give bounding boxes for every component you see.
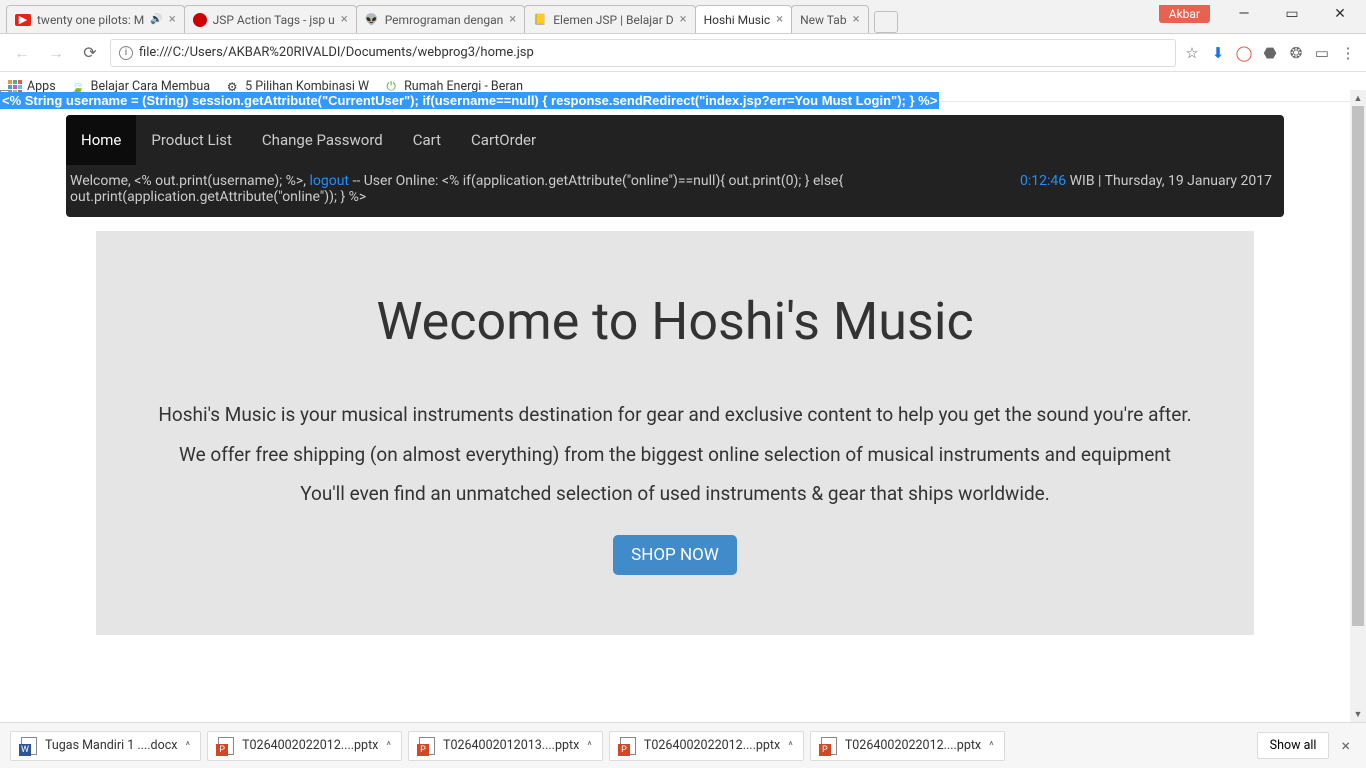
hero-p2: We offer free shipping (on almost everyt… — [126, 442, 1224, 468]
logout-link[interactable]: logout — [309, 173, 349, 189]
url-text: file:///C:/Users/AKBAR%20RIVALDI/Documen… — [139, 45, 534, 60]
tab-label: New Tab — [800, 13, 846, 27]
reload-button[interactable]: ⟳ — [76, 39, 104, 67]
site-icon: 📒 — [533, 13, 547, 27]
tab-label: twenty one pilots: M — [37, 13, 144, 27]
site-container: Home Product List Change Password Cart C… — [66, 115, 1284, 635]
hero-p3: You'll even find an unmatched selection … — [126, 481, 1224, 507]
download-item[interactable]: T0264002022012....pptx ^ — [207, 731, 402, 761]
address-bar: ← → ⟳ i file:///C:/Users/AKBAR%20RIVALDI… — [0, 34, 1366, 72]
hero-section: Wecome to Hoshi's Music Hoshi's Music is… — [96, 231, 1254, 635]
tab-jsp-action[interactable]: JSP Action Tags - jsp u × — [184, 5, 357, 33]
nav-product-list[interactable]: Product List — [136, 115, 247, 165]
scroll-up-arrow[interactable]: ▲ — [1350, 90, 1366, 106]
chevron-up-icon[interactable]: ^ — [989, 739, 994, 752]
nav-cart-order[interactable]: CartOrder — [456, 115, 551, 165]
close-downloads-button[interactable]: × — [1335, 736, 1356, 755]
window-controls: Akbar — ▭ ✕ — [1159, 0, 1366, 28]
opera-icon[interactable]: ◯ — [1234, 44, 1254, 62]
site-icon: 👽 — [365, 13, 379, 27]
ppt-file-icon — [218, 737, 234, 755]
tab-label: Hoshi Music — [704, 13, 771, 27]
nav-change-password[interactable]: Change Password — [247, 115, 398, 165]
maximize-button[interactable]: ▭ — [1278, 0, 1306, 28]
hero-title: Wecome to Hoshi's Music — [126, 291, 1224, 352]
ppt-file-icon — [419, 737, 435, 755]
tab-label: JSP Action Tags - jsp u — [213, 13, 335, 27]
chevron-up-icon[interactable]: ^ — [587, 739, 592, 752]
close-window-button[interactable]: ✕ — [1326, 0, 1354, 28]
nav-home[interactable]: Home — [66, 115, 136, 165]
extension-icon[interactable]: ▭ — [1312, 44, 1332, 62]
ppt-file-icon — [620, 737, 636, 755]
sub-bar: Welcome, <% out.print(username); %>, log… — [66, 165, 1284, 217]
download-item[interactable]: T0264002022012....pptx ^ — [609, 731, 804, 761]
minimize-button[interactable]: — — [1230, 0, 1258, 28]
youtube-icon: ▶ — [15, 14, 31, 26]
chevron-up-icon[interactable]: ^ — [788, 739, 793, 752]
download-filename: T0264002022012....pptx — [242, 738, 378, 753]
download-item[interactable]: T0264002022012....pptx ^ — [810, 731, 1005, 761]
scroll-thumb[interactable] — [1352, 106, 1364, 626]
close-icon[interactable]: × — [341, 12, 348, 27]
tab-pemrograman[interactable]: 👽 Pemrograman dengan × — [356, 5, 526, 33]
nav-cart[interactable]: Cart — [398, 115, 456, 165]
tab-hoshi-music[interactable]: Hoshi Music × — [695, 5, 793, 33]
tab-label: Pemrograman dengan — [385, 13, 504, 27]
download-filename: Tugas Mandiri 1 ....docx — [45, 738, 177, 753]
download-filename: T0264002022012....pptx — [845, 738, 981, 753]
welcome-text: Welcome, <% out.print(username); %>, log… — [66, 173, 1020, 205]
tab-elemen-jsp[interactable]: 📒 Elemen JSP | Belajar D × — [524, 5, 695, 33]
sound-icon[interactable]: 🔊 — [150, 14, 162, 25]
site-icon — [193, 13, 207, 27]
menu-button[interactable]: ⋮ — [1338, 44, 1358, 62]
nav-row: Home Product List Change Password Cart C… — [66, 115, 1284, 165]
site-info-icon[interactable]: i — [119, 46, 133, 60]
download-filename: T0264002012013....pptx — [443, 738, 579, 753]
show-all-button[interactable]: Show all — [1257, 732, 1330, 759]
url-input[interactable]: i file:///C:/Users/AKBAR%20RIVALDI/Docum… — [110, 39, 1176, 67]
tab-twenty-one-pilots[interactable]: ▶ twenty one pilots: M 🔊 × — [6, 5, 185, 33]
forward-button[interactable]: → — [42, 39, 70, 67]
chevron-up-icon[interactable]: ^ — [386, 739, 391, 752]
tab-new-tab[interactable]: New Tab × — [791, 5, 868, 33]
download-filename: T0264002022012....pptx — [644, 738, 780, 753]
ppt-file-icon — [821, 737, 837, 755]
close-icon[interactable]: × — [680, 12, 687, 27]
tz-date: WIB | Thursday, 19 January 2017 — [1066, 173, 1272, 189]
scroll-down-arrow[interactable]: ▼ — [1350, 706, 1366, 722]
tab-label: Elemen JSP | Belajar D — [553, 13, 673, 27]
new-tab-button[interactable] — [874, 11, 898, 33]
word-file-icon — [21, 737, 37, 755]
download-icon[interactable]: ⬇ — [1208, 44, 1228, 62]
datetime-text: 0:12:46 WIB | Thursday, 19 January 2017 — [1020, 173, 1284, 205]
star-icon[interactable]: ☆ — [1182, 44, 1202, 62]
close-icon[interactable]: × — [776, 12, 783, 27]
jsp-source-leak: <% String username = (String) session.ge… — [0, 92, 939, 109]
user-badge[interactable]: Akbar — [1159, 5, 1210, 23]
close-icon[interactable]: × — [509, 12, 516, 27]
extension-icon[interactable]: ⬣ — [1260, 44, 1280, 62]
welcome-prefix: Welcome, <% out.print(username); %>, — [70, 173, 309, 189]
download-item[interactable]: T0264002012013....pptx ^ — [408, 731, 603, 761]
close-icon[interactable]: × — [169, 12, 176, 27]
site-navbar: Home Product List Change Password Cart C… — [66, 115, 1284, 165]
back-button[interactable]: ← — [8, 39, 36, 67]
vertical-scrollbar[interactable]: ▲ ▼ — [1350, 90, 1366, 722]
close-icon[interactable]: × — [853, 12, 860, 27]
shop-now-button[interactable]: SHOP NOW — [613, 535, 737, 575]
page-viewport: <% String username = (String) session.ge… — [0, 90, 1350, 722]
extension-icon[interactable]: ❂ — [1286, 44, 1306, 62]
chevron-up-icon[interactable]: ^ — [185, 739, 190, 752]
time-value: 0:12:46 — [1020, 173, 1066, 189]
hero-p1: Hoshi's Music is your musical instrument… — [126, 402, 1224, 428]
downloads-bar: Tugas Mandiri 1 ....docx ^ T026400202201… — [0, 722, 1366, 768]
download-item[interactable]: Tugas Mandiri 1 ....docx ^ — [10, 731, 201, 761]
